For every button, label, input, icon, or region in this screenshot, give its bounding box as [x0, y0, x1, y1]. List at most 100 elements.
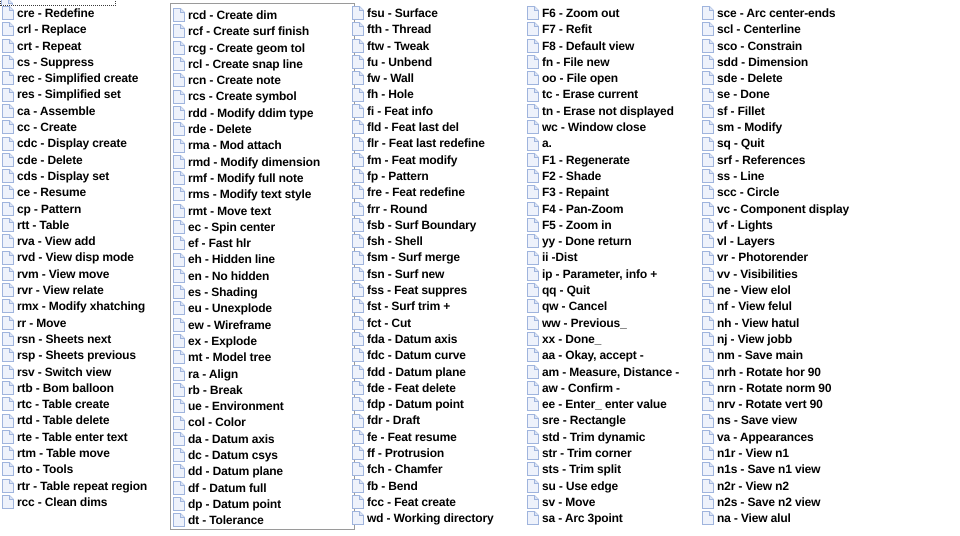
list-item[interactable]: dt - Tolerance [171, 512, 354, 528]
list-item[interactable]: eu - Unexplode [171, 300, 354, 316]
list-item[interactable]: fp - Pattern [350, 168, 525, 184]
list-item[interactable]: fre - Feat redefine [350, 184, 525, 200]
list-item[interactable]: std - Trim dynamic [525, 429, 700, 445]
list-item[interactable]: nf - View felul [700, 298, 900, 314]
list-item[interactable]: ne - View elol [700, 282, 900, 298]
list-item[interactable]: sv - Move [525, 494, 700, 510]
list-item[interactable]: scl - Centerline [700, 21, 900, 37]
list-item[interactable]: rmd - Modify dimension [171, 154, 354, 170]
list-item[interactable]: fu - Unbend [350, 54, 525, 70]
list-item[interactable]: frr - Round [350, 201, 525, 217]
list-item[interactable]: sde - Delete [700, 70, 900, 86]
list-item[interactable]: fsu - Surface [350, 5, 525, 21]
list-item[interactable]: na - View alul [700, 510, 900, 526]
list-item[interactable]: aw - Confirm - [525, 380, 700, 396]
list-item[interactable]: cc - Create [0, 119, 172, 135]
list-item[interactable]: rvd - View disp mode [0, 249, 172, 265]
list-item[interactable]: rcf - Create surf finish [171, 23, 354, 39]
list-item[interactable]: rmt - Move text [171, 203, 354, 219]
list-item[interactable]: cs - Suppress [0, 54, 172, 70]
list-item[interactable]: qw - Cancel [525, 298, 700, 314]
list-item[interactable]: crl - Replace [0, 21, 172, 37]
list-item[interactable]: rtb - Bom balloon [0, 380, 172, 396]
list-item[interactable]: ff - Protrusion [350, 445, 525, 461]
list-item[interactable]: rsv - Switch view [0, 364, 172, 380]
list-item[interactable]: rtd - Table delete [0, 412, 172, 428]
list-item[interactable]: fsm - Surf merge [350, 249, 525, 265]
list-item[interactable]: rva - View add [0, 233, 172, 249]
list-item[interactable]: ip - Parameter, info + [525, 266, 700, 282]
list-item[interactable]: fh - Hole [350, 86, 525, 102]
list-item[interactable]: nm - Save main [700, 347, 900, 363]
list-item[interactable]: crt - Repeat [0, 38, 172, 54]
list-item[interactable]: fsh - Shell [350, 233, 525, 249]
list-item[interactable]: F1 - Regenerate [525, 152, 700, 168]
list-item[interactable]: flr - Feat last redefine [350, 135, 525, 151]
list-item[interactable]: da - Datum axis [171, 431, 354, 447]
list-item[interactable]: se - Done [700, 86, 900, 102]
list-item[interactable]: vc - Component display [700, 201, 900, 217]
list-item[interactable]: cde - Delete [0, 152, 172, 168]
list-item[interactable]: rcg - Create geom tol [171, 40, 354, 56]
list-item[interactable]: str - Trim corner [525, 445, 700, 461]
list-item[interactable]: rvm - View move [0, 266, 172, 282]
list-item[interactable]: ex - Explode [171, 333, 354, 349]
list-item[interactable]: ii -Dist [525, 249, 700, 265]
list-item[interactable]: nh - View hatul [700, 315, 900, 331]
list-item[interactable]: rmx - Modify xhatching [0, 298, 172, 314]
list-item[interactable]: fn - File new [525, 54, 700, 70]
list-item[interactable]: fch - Chamfer [350, 461, 525, 477]
list-item[interactable]: rcs - Create symbol [171, 88, 354, 104]
list-item[interactable]: n1r - View n1 [700, 445, 900, 461]
list-item[interactable]: F5 - Zoom in [525, 217, 700, 233]
list-item[interactable]: qq - Quit [525, 282, 700, 298]
list-item[interactable]: rb - Break [171, 382, 354, 398]
list-item[interactable]: col - Color [171, 414, 354, 430]
list-item[interactable]: mt - Model tree [171, 349, 354, 365]
list-item[interactable]: ww - Previous_ [525, 315, 700, 331]
list-item[interactable]: cp - Pattern [0, 201, 172, 217]
list-item[interactable]: fde - Feat delete [350, 380, 525, 396]
list-item[interactable]: ns - Save view [700, 412, 900, 428]
list-item[interactable]: fst - Surf trim + [350, 298, 525, 314]
list-item[interactable]: dp - Datum point [171, 496, 354, 512]
list-item[interactable]: su - Use edge [525, 478, 700, 494]
list-item[interactable]: en - No hidden [171, 268, 354, 284]
list-item[interactable]: rsn - Sheets next [0, 331, 172, 347]
list-item[interactable]: F2 - Shade [525, 168, 700, 184]
list-item[interactable]: fth - Thread [350, 21, 525, 37]
list-item[interactable]: fb - Bend [350, 478, 525, 494]
list-item[interactable]: oo - File open [525, 70, 700, 86]
list-item[interactable]: rsp - Sheets previous [0, 347, 172, 363]
list-item[interactable]: vv - Visibilities [700, 266, 900, 282]
list-item[interactable]: F4 - Pan-Zoom [525, 201, 700, 217]
list-item[interactable]: ftw - Tweak [350, 38, 525, 54]
list-item[interactable]: sce - Arc center-ends [700, 5, 900, 21]
list-item[interactable]: rte - Table enter text [0, 429, 172, 445]
list-item[interactable]: nrn - Rotate norm 90 [700, 380, 900, 396]
list-item[interactable]: rtc - Table create [0, 396, 172, 412]
list-item[interactable]: ew - Wireframe [171, 317, 354, 333]
list-item[interactable]: nrv - Rotate vert 90 [700, 396, 900, 412]
list-item[interactable]: sdd - Dimension [700, 54, 900, 70]
list-item[interactable]: xx - Done_ [525, 331, 700, 347]
list-item[interactable]: rcl - Create snap line [171, 56, 354, 72]
list-item[interactable]: fss - Feat suppres [350, 282, 525, 298]
list-item[interactable]: rcd - Create dim [171, 7, 354, 23]
list-item[interactable]: dd - Datum plane [171, 463, 354, 479]
list-item[interactable]: rde - Delete [171, 121, 354, 137]
list-item[interactable]: sf - Fillet [700, 103, 900, 119]
list-item[interactable]: fct - Cut [350, 315, 525, 331]
list-item[interactable]: tc - Erase current [525, 86, 700, 102]
list-item[interactable]: va - Appearances [700, 429, 900, 445]
list-item[interactable]: cds - Display set [0, 168, 172, 184]
list-item[interactable]: sq - Quit [700, 135, 900, 151]
list-item[interactable]: ce - Resume [0, 184, 172, 200]
list-item[interactable]: wc - Window close [525, 119, 700, 135]
list-item[interactable]: rcc - Clean dims [0, 494, 172, 510]
list-item[interactable]: am - Measure, Distance - [525, 364, 700, 380]
list-item[interactable]: ec - Spin center [171, 219, 354, 235]
list-item[interactable]: n2s - Save n2 view [700, 494, 900, 510]
list-item[interactable]: rr - Move [0, 315, 172, 331]
list-item[interactable]: fi - Feat info [350, 103, 525, 119]
